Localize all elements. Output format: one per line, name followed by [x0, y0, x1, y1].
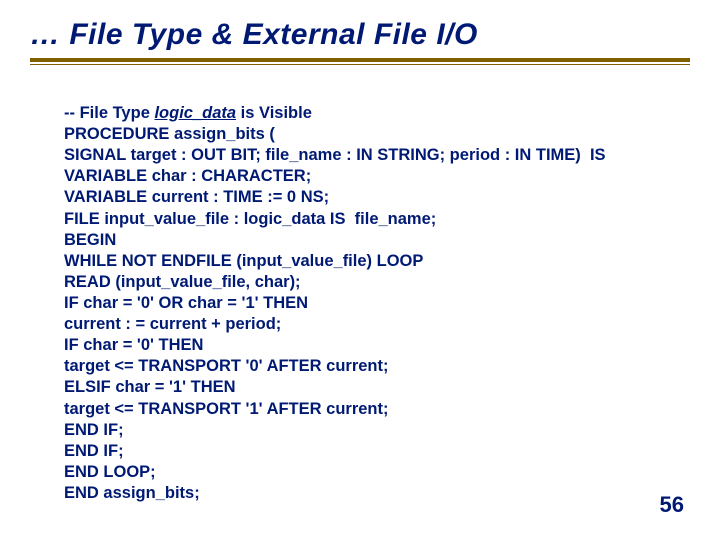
text: (input_value_file, char);	[111, 273, 301, 291]
keyword: FILE	[64, 210, 100, 228]
code-line-9: READ (input_value_file, char);	[64, 273, 301, 291]
text: target <=	[64, 400, 138, 418]
text: target <=	[64, 357, 138, 375]
keyword: THEN	[263, 294, 308, 312]
code-line-2: PROCEDURE assign_bits (	[64, 125, 275, 143]
text: file_name;	[345, 210, 436, 228]
code-line-7: BEGIN	[64, 231, 116, 249]
text: char = '0'	[79, 336, 159, 354]
keyword: AFTER	[267, 400, 322, 418]
text-emph: logic_data	[154, 104, 236, 122]
text: TIME)	[531, 146, 590, 164]
text: (input_value_file)	[232, 252, 377, 270]
keyword: READ	[64, 273, 111, 291]
keyword: IF	[64, 336, 79, 354]
code-line-11: current : = current + period;	[64, 315, 281, 333]
code-line-14: ELSIF char = '1' THEN	[64, 378, 236, 396]
text: target :	[126, 146, 191, 164]
keyword: TRANSPORT	[138, 357, 241, 375]
text: current : TIME := 0 NS;	[147, 188, 329, 206]
text: char : CHARACTER;	[147, 167, 311, 185]
title-rule	[30, 58, 690, 62]
keyword: BEGIN	[64, 231, 116, 249]
keyword: IF	[64, 294, 79, 312]
code-line-10: IF char = '0' OR char = '1' THEN	[64, 294, 308, 312]
code-line-6: FILE input_value_file : logic_data IS fi…	[64, 210, 436, 228]
text: char = '1'	[111, 378, 191, 396]
code-line-16: END IF;	[64, 421, 124, 439]
keyword: VARIABLE	[64, 167, 147, 185]
keyword: VARIABLE	[64, 188, 147, 206]
text: char = '0'	[79, 294, 159, 312]
keyword: AFTER	[267, 357, 322, 375]
code-line-3: SIGNAL target : OUT BIT; file_name : IN …	[64, 146, 606, 164]
text: '0'	[241, 357, 267, 375]
code-line-1: -- File Type logic_data is Visible	[64, 104, 312, 122]
code-line-19: END assign_bits;	[64, 484, 200, 502]
code-line-4: VARIABLE char : CHARACTER;	[64, 167, 311, 185]
keyword: THEN	[159, 336, 204, 354]
keyword: LOOP	[377, 252, 424, 270]
keyword: IS	[590, 146, 606, 164]
title-rule-thin	[30, 64, 690, 65]
text: STRING; period :	[373, 146, 515, 164]
keyword: PROCEDURE	[64, 125, 169, 143]
text: assign_bits (	[169, 125, 274, 143]
text: char = '1'	[183, 294, 263, 312]
slide-title: … File Type & External File I/O	[30, 18, 690, 52]
keyword: IN	[515, 146, 532, 164]
keyword: TRANSPORT	[138, 400, 241, 418]
code-line-15: target <= TRANSPORT '1' AFTER current;	[64, 400, 389, 418]
text: '1'	[241, 400, 267, 418]
keyword: IS	[330, 210, 346, 228]
keyword: IN	[356, 146, 373, 164]
keyword: THEN	[191, 378, 236, 396]
text: current;	[322, 357, 389, 375]
code-line-12: IF char = '0' THEN	[64, 336, 203, 354]
keyword: WHILE NOT ENDFILE	[64, 252, 232, 270]
text: is Visible	[236, 104, 312, 122]
text: assign_bits;	[99, 484, 200, 502]
keyword: ELSIF	[64, 378, 111, 396]
text: current;	[322, 400, 389, 418]
keyword: END	[64, 484, 99, 502]
code-block: -- File Type logic_data is Visible PROCE…	[64, 103, 690, 504]
text: BIT; file_name :	[226, 146, 356, 164]
slide: … File Type & External File I/O -- File …	[0, 0, 720, 540]
page-number: 56	[660, 492, 684, 518]
code-line-17: END IF;	[64, 442, 124, 460]
keyword: OR	[159, 294, 184, 312]
code-line-5: VARIABLE current : TIME := 0 NS;	[64, 188, 329, 206]
text: -- File Type	[64, 104, 154, 122]
keyword: OUT	[191, 146, 226, 164]
code-line-18: END LOOP;	[64, 463, 156, 481]
text: input_value_file : logic_data	[100, 210, 330, 228]
code-line-8: WHILE NOT ENDFILE (input_value_file) LOO…	[64, 252, 423, 270]
keyword: SIGNAL	[64, 146, 126, 164]
code-line-13: target <= TRANSPORT '0' AFTER current;	[64, 357, 389, 375]
